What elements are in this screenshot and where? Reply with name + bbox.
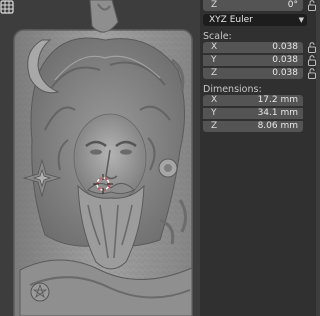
dimensions-z-value: 8.06 mm (257, 121, 298, 131)
dimensions-x-value: 17.2 mm (257, 95, 298, 105)
axis-label: Z (211, 68, 218, 78)
axis-label: X (211, 95, 218, 105)
dimensions-x-field[interactable]: X 17.2 mm (203, 95, 303, 106)
axis-label: Y (211, 55, 217, 65)
scale-z-field[interactable]: Z 0.038 (203, 68, 303, 79)
scale-y-field[interactable]: Y 0.038 (203, 55, 303, 66)
lock-icon[interactable] (308, 42, 316, 53)
rotation-mode-value: XYZ Euler (209, 15, 253, 25)
sculpted-model[interactable] (0, 0, 200, 316)
3d-viewport[interactable] (0, 0, 200, 316)
transform-panel: Z 0° XYZ Euler ▼ Scale: X 0.038 Y 0.038 … (200, 0, 316, 316)
rotation-z-field[interactable]: Z 0° (203, 0, 303, 11)
lock-icon[interactable] (308, 55, 316, 66)
lock-icon[interactable] (308, 68, 316, 79)
scale-x-field[interactable]: X 0.038 (203, 42, 303, 53)
dimensions-z-field[interactable]: Z 8.06 mm (203, 121, 303, 132)
axis-label: X (211, 42, 218, 52)
rotation-z-value: 0° (287, 0, 298, 10)
dimensions-y-value: 34.1 mm (257, 108, 298, 118)
axis-label: Z (211, 0, 218, 10)
dimensions-label: Dimensions: (203, 84, 262, 95)
scale-x-value: 0.038 (272, 42, 298, 52)
axis-label: Y (211, 108, 217, 118)
dimensions-y-field[interactable]: Y 34.1 mm (203, 108, 303, 119)
rotation-mode-dropdown[interactable]: XYZ Euler ▼ (203, 14, 307, 26)
scale-z-value: 0.038 (272, 68, 298, 78)
chevron-down-icon: ▼ (298, 16, 304, 24)
axis-label: Z (211, 121, 218, 131)
scale-y-value: 0.038 (272, 55, 298, 65)
lock-icon[interactable] (308, 0, 316, 11)
scale-label: Scale: (203, 31, 232, 42)
grid-icon[interactable] (0, 0, 14, 14)
